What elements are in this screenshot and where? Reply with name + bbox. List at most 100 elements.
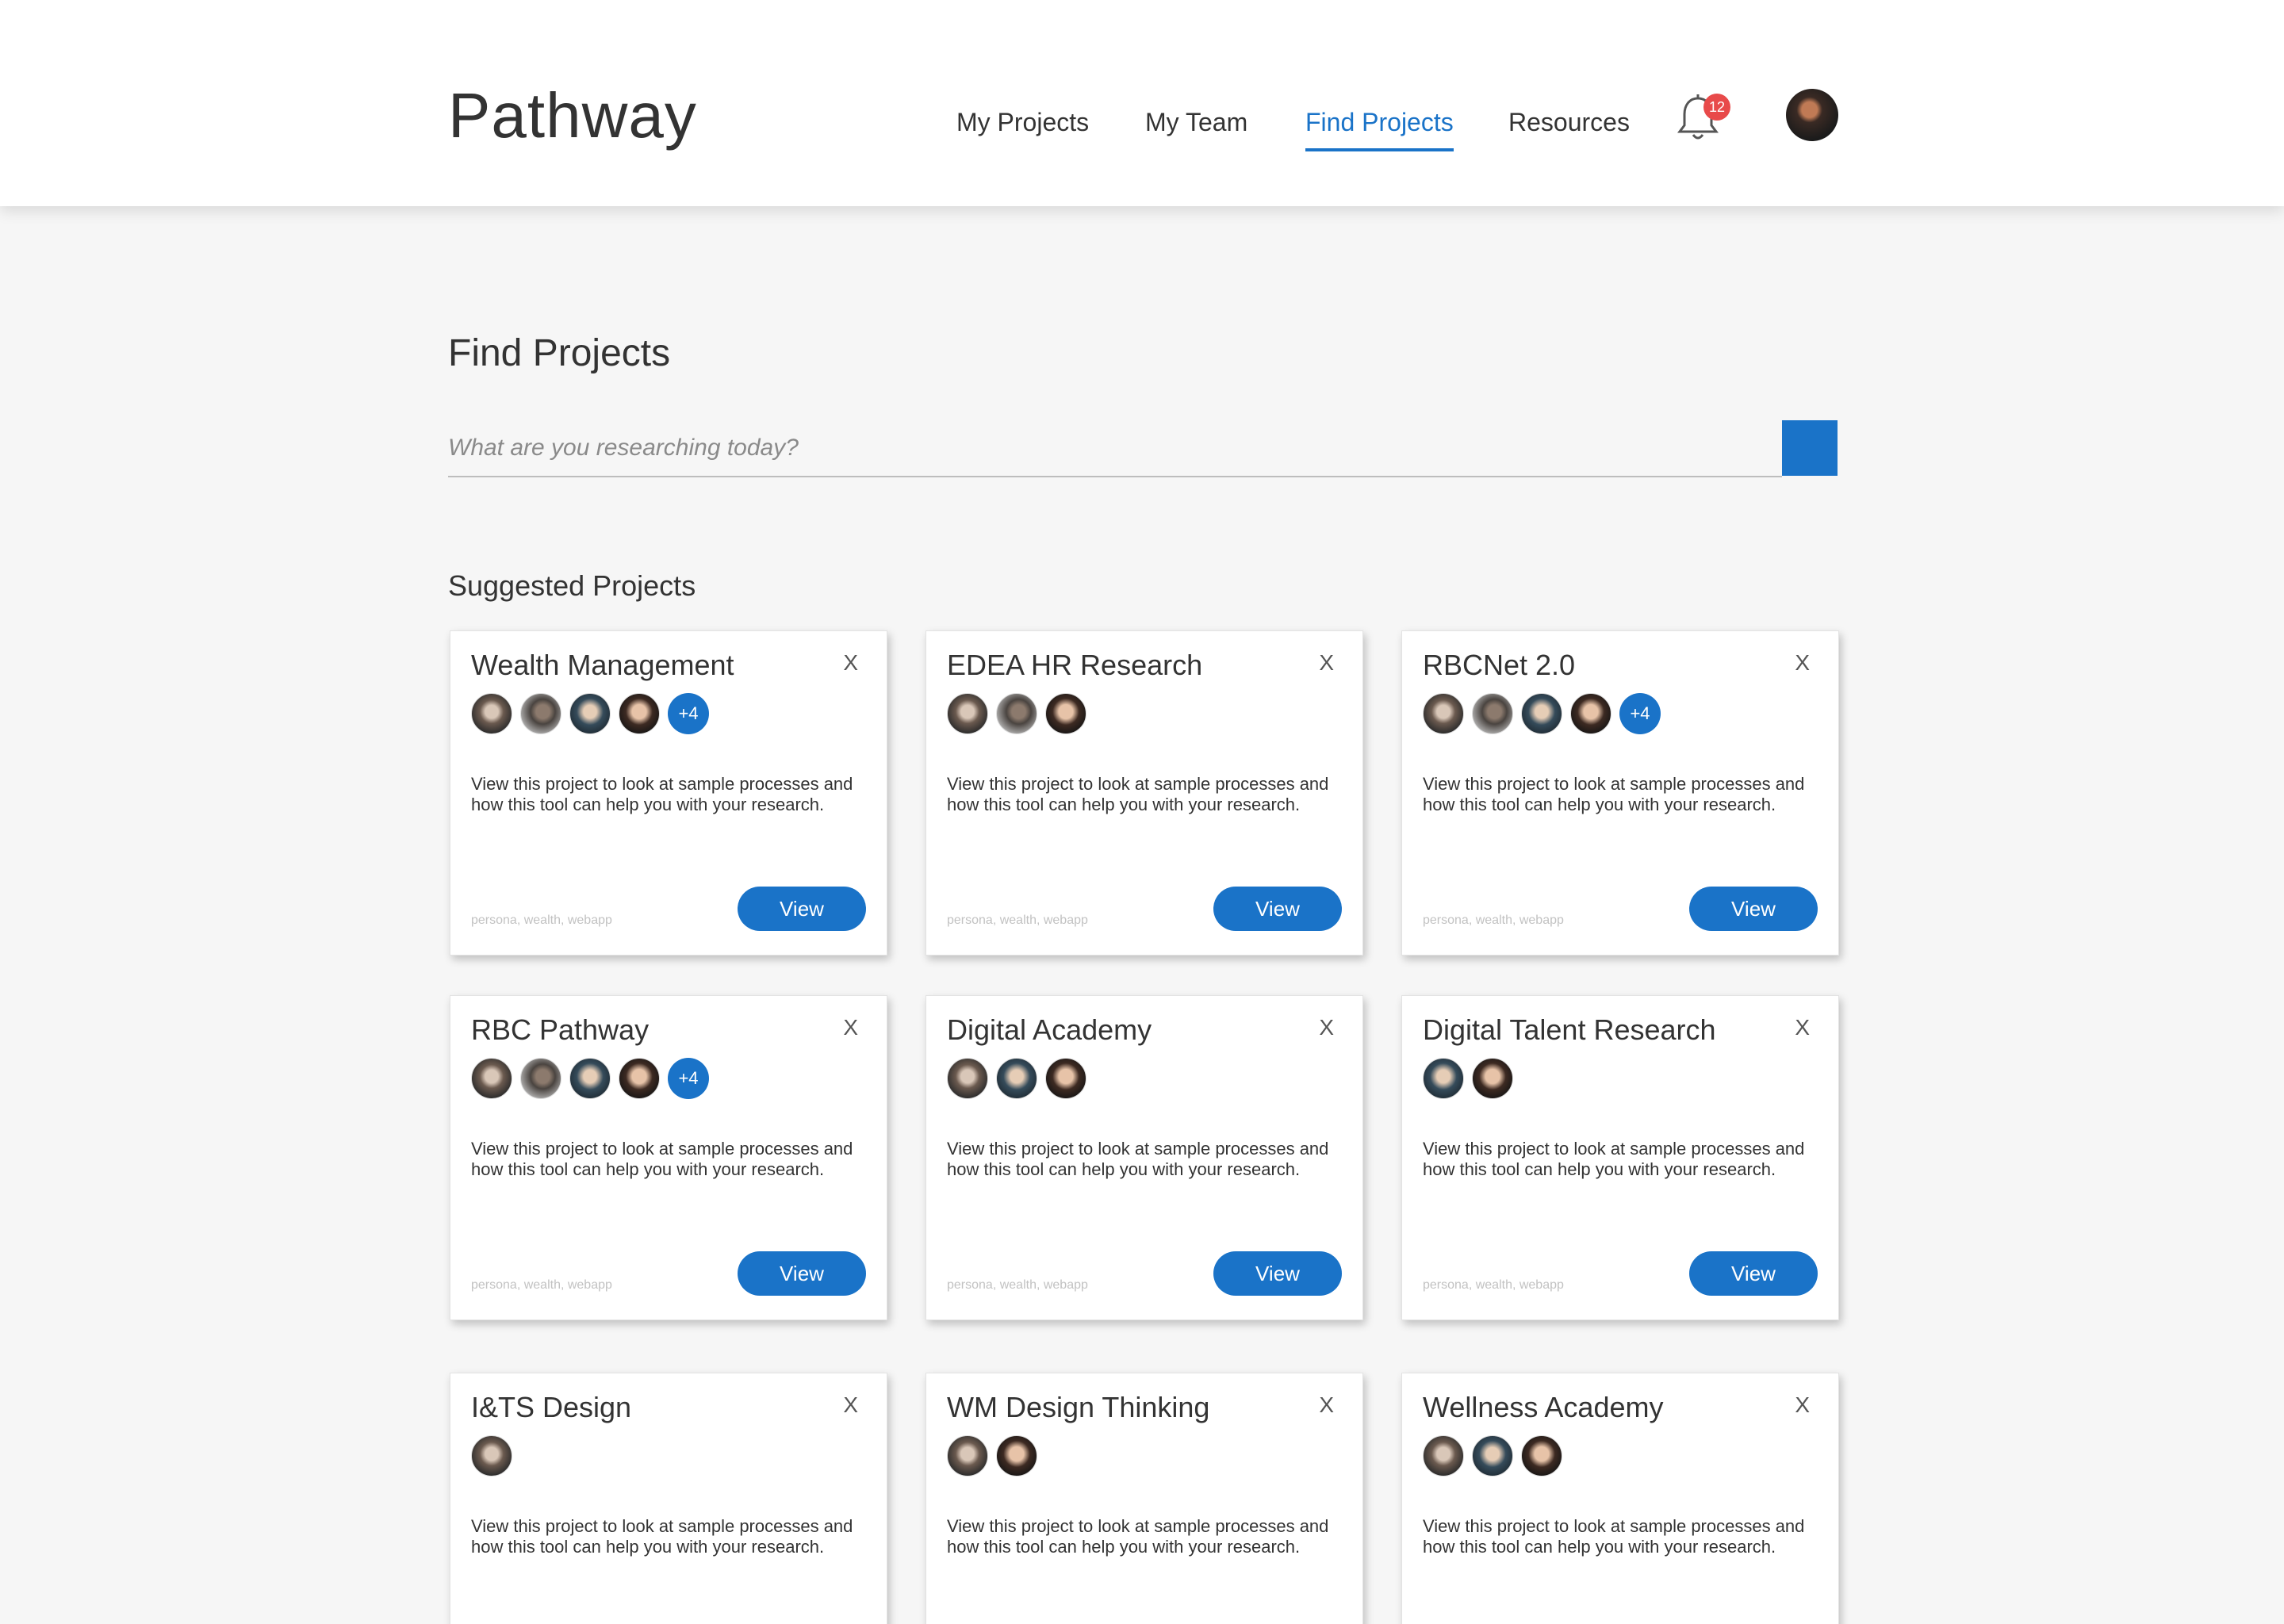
member-avatars: +4 [471,1058,709,1101]
close-icon[interactable]: X [843,1015,858,1040]
more-members-badge[interactable]: +4 [668,1058,709,1099]
card-description: View this project to look at sample proc… [471,774,853,814]
card-description: View this project to look at sample proc… [947,774,1329,814]
view-button[interactable]: View [1213,887,1342,931]
avatar [947,1058,988,1099]
member-avatars [1423,1058,1513,1101]
avatar [1423,693,1464,734]
project-card: Digital Talent Research X View this proj… [1401,995,1839,1320]
nav-resources[interactable]: Resources [1508,108,1630,137]
close-icon[interactable]: X [1795,1392,1810,1418]
avatar [1521,1435,1562,1477]
more-members-badge[interactable]: +4 [1619,693,1661,734]
avatar [947,693,988,734]
top-header: Pathway My Projects My Team Find Project… [0,0,2284,206]
avatar [1045,693,1086,734]
avatar [996,1435,1037,1477]
view-button[interactable]: View [1689,1251,1818,1296]
active-tab-underline [1305,148,1454,151]
member-avatars [947,693,1086,736]
search-input[interactable] [448,420,1782,477]
project-card: Wealth Management X +4 View this project… [450,630,887,956]
card-title: Digital Academy [947,1013,1152,1046]
card-title: RBC Pathway [471,1013,650,1046]
nav-find-projects-label: Find Projects [1305,108,1454,136]
card-description: View this project to look at sample proc… [1423,1516,1805,1557]
close-icon[interactable]: X [1319,1015,1334,1040]
more-members-badge[interactable]: +4 [668,693,709,734]
avatar [1472,1058,1513,1099]
avatar [569,1058,611,1099]
avatar [947,1435,988,1477]
avatar [619,693,660,734]
card-description: View this project to look at sample proc… [1423,774,1805,814]
nav-my-projects[interactable]: My Projects [956,108,1089,137]
card-description: View this project to look at sample proc… [947,1139,1329,1179]
avatar [520,1058,561,1099]
project-card: RBC Pathway X +4 View this project to lo… [450,995,887,1320]
card-tags: persona, wealth, webapp [1423,914,1564,927]
close-icon[interactable]: X [1319,650,1334,676]
avatar [1570,693,1611,734]
member-avatars [1423,1435,1562,1478]
card-title: Digital Talent Research [1423,1013,1716,1046]
view-button[interactable]: View [1689,887,1818,931]
view-button[interactable]: View [738,1251,866,1296]
member-avatars: +4 [1423,693,1661,736]
avatar [1472,693,1513,734]
close-icon[interactable]: X [1795,1015,1810,1040]
card-title: I&TS Design [471,1391,632,1423]
project-card: RBCNet 2.0 X +4 View this project to loo… [1401,630,1839,956]
project-card: Digital Academy X View this project to l… [925,995,1363,1320]
avatar [471,693,512,734]
avatar [520,693,561,734]
close-icon[interactable]: X [843,1392,858,1418]
nav-my-team[interactable]: My Team [1145,108,1247,137]
avatar [996,693,1037,734]
avatar [1423,1058,1464,1099]
avatar [471,1435,512,1477]
card-tags: persona, wealth, webapp [947,1278,1088,1292]
card-title: WM Design Thinking [947,1391,1210,1423]
card-description: View this project to look at sample proc… [947,1516,1329,1557]
avatar [1423,1435,1464,1477]
avatar [1045,1058,1086,1099]
project-card: WM Design Thinking X View this project t… [925,1373,1363,1624]
card-tags: persona, wealth, webapp [471,914,612,927]
search-bar [448,420,1838,477]
card-title: RBCNet 2.0 [1423,649,1576,681]
view-button[interactable]: View [738,887,866,931]
search-button[interactable] [1782,420,1838,476]
section-title: Suggested Projects [448,569,696,602]
card-tags: persona, wealth, webapp [471,1278,612,1292]
card-title: Wealth Management [471,649,734,681]
page-title: Find Projects [448,332,671,374]
card-title: EDEA HR Research [947,649,1203,681]
avatar [996,1058,1037,1099]
member-avatars: +4 [471,693,709,736]
nav-find-projects[interactable]: Find Projects [1305,108,1454,151]
member-avatars [471,1435,512,1478]
notification-badge: 12 [1703,94,1730,121]
project-card: I&TS Design X View this project to look … [450,1373,887,1624]
avatar [1521,693,1562,734]
avatar [471,1058,512,1099]
card-tags: persona, wealth, webapp [947,914,1088,927]
card-description: View this project to look at sample proc… [1423,1139,1805,1179]
avatar [1472,1435,1513,1477]
avatar [569,693,611,734]
view-button[interactable]: View [1213,1251,1342,1296]
close-icon[interactable]: X [1319,1392,1334,1418]
member-avatars [947,1058,1086,1101]
card-tags: persona, wealth, webapp [1423,1278,1564,1292]
project-card: Wellness Academy X View this project to … [1401,1373,1839,1624]
app-logo[interactable]: Pathway [448,79,697,152]
close-icon[interactable]: X [1795,650,1810,676]
user-avatar[interactable] [1786,89,1838,141]
card-description: View this project to look at sample proc… [471,1139,853,1179]
avatar [619,1058,660,1099]
project-card: EDEA HR Research X View this project to … [925,630,1363,956]
member-avatars [947,1435,1037,1478]
card-description: View this project to look at sample proc… [471,1516,853,1557]
close-icon[interactable]: X [843,650,858,676]
